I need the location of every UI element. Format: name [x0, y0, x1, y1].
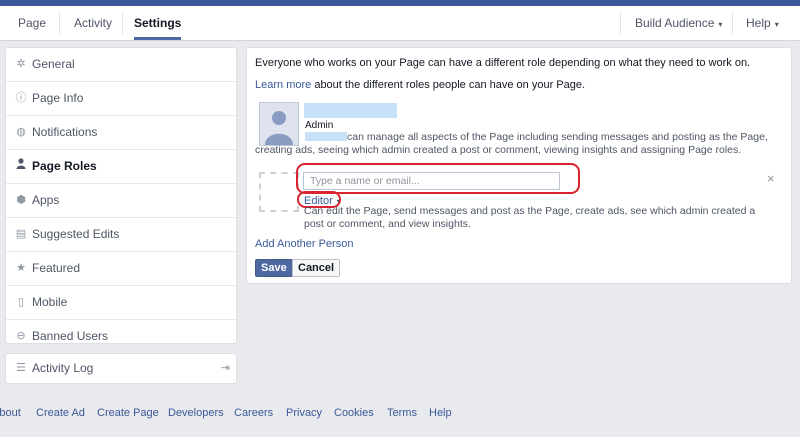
learn-more-link[interactable]: Learn more — [255, 79, 311, 91]
page-roles-panel: Everyone who works on your Page can have… — [246, 47, 792, 284]
nav-divider — [732, 12, 733, 34]
footer-link-about[interactable]: About — [0, 407, 21, 419]
tab-settings[interactable]: Settings — [134, 6, 182, 40]
admin-role-label: Admin — [305, 120, 334, 131]
learn-more-text: about the different roles people can hav… — [311, 79, 586, 91]
sidebar-item-activity-log[interactable]: ☰ Activity Log ⇥ — [5, 353, 237, 384]
nav-divider — [122, 12, 123, 34]
sidebar-item-label: General — [32, 57, 75, 71]
chevron-down-icon: ▾ — [774, 20, 779, 29]
save-button[interactable]: Save — [255, 259, 293, 277]
expand-icon[interactable]: ⇥ — [221, 354, 230, 383]
sidebar-item-label: Notifications — [32, 125, 98, 139]
footer-link-help[interactable]: Help — [429, 407, 452, 419]
info-icon: ⓘ — [15, 92, 27, 104]
gear-icon: ✲ — [16, 58, 26, 70]
sidebar-item-mobile[interactable]: ▯ Mobile — [6, 286, 236, 320]
sidebar-item-notifications[interactable]: ◍ Notifications — [6, 116, 236, 150]
footer-link-terms[interactable]: Terms — [387, 407, 417, 419]
person-icon — [14, 150, 28, 183]
sidebar-item-general[interactable]: ✲ General — [6, 48, 236, 82]
name-email-input[interactable] — [303, 172, 560, 190]
star-icon: ★ — [16, 262, 26, 274]
page-top-nav: Page Activity Settings Build Audience ▾ H… — [0, 6, 800, 41]
add-another-person-link[interactable]: Add Another Person — [255, 238, 353, 250]
redacted-admin-name — [304, 103, 397, 118]
sidebar-item-label: Activity Log — [32, 361, 94, 375]
chevron-down-icon: ▾ — [718, 20, 723, 29]
nav-divider — [620, 12, 621, 34]
sidebar-item-featured[interactable]: ★ Featured — [6, 252, 236, 286]
editor-description: Can edit the Page, send messages and pos… — [304, 205, 756, 230]
roles-intro-text: Everyone who works on your Page can have… — [255, 57, 751, 69]
globe-icon: ◍ — [16, 126, 26, 138]
build-audience-label: Build Audience — [635, 16, 715, 30]
sidebar-item-label: Mobile — [32, 295, 68, 309]
sidebar-item-label: Page Info — [32, 91, 84, 105]
redacted-admin-name-inline — [305, 132, 347, 141]
sidebar-item-suggested-edits[interactable]: ▤ Suggested Edits — [6, 218, 236, 252]
footer-link-privacy[interactable]: Privacy — [286, 407, 322, 419]
ban-icon: ⊖ — [16, 330, 26, 342]
list-icon: ☰ — [16, 362, 26, 374]
sidebar-item-page-info[interactable]: ⓘ Page Info — [6, 82, 236, 116]
sidebar-item-label: Featured — [32, 261, 81, 275]
new-person-photo-placeholder — [259, 172, 299, 212]
sidebar-item-apps[interactable]: ⬢ Apps — [6, 184, 236, 218]
help-menu[interactable]: Help ▾ — [746, 6, 779, 40]
learn-more-line: Learn more about the different roles peo… — [255, 79, 585, 91]
settings-sidebar: ✲ General ⓘ Page Info ◍ Notifications Pa… — [5, 47, 237, 344]
close-icon[interactable]: × — [767, 171, 775, 186]
footer-link-create-page[interactable]: Create Page — [97, 407, 159, 419]
footer-link-careers[interactable]: Careers — [234, 407, 273, 419]
sidebar-item-label: Banned Users — [32, 329, 109, 343]
build-audience-menu[interactable]: Build Audience ▾ — [635, 6, 722, 40]
sidebar-item-page-roles[interactable]: Page Roles — [6, 150, 236, 184]
tab-activity[interactable]: Activity — [74, 6, 112, 40]
mobile-icon: ▯ — [17, 296, 25, 308]
nav-divider — [59, 12, 60, 34]
cancel-button[interactable]: Cancel — [292, 259, 341, 277]
footer-link-create-ad[interactable]: Create Ad — [36, 407, 85, 419]
tab-page[interactable]: Page — [18, 6, 46, 40]
sidebar-item-label: Apps — [32, 193, 60, 207]
sidebar-item-label: Page Roles — [32, 159, 97, 173]
footer-link-developers[interactable]: Developers — [168, 407, 224, 419]
sidebar-item-label: Suggested Edits — [32, 227, 120, 241]
sidebar-item-banned-users[interactable]: ⊖ Banned Users — [6, 320, 236, 353]
edits-icon: ▤ — [15, 228, 27, 240]
cube-icon: ⬢ — [16, 194, 26, 206]
help-label: Help — [746, 16, 771, 30]
footer-link-cookies[interactable]: Cookies — [334, 407, 374, 419]
